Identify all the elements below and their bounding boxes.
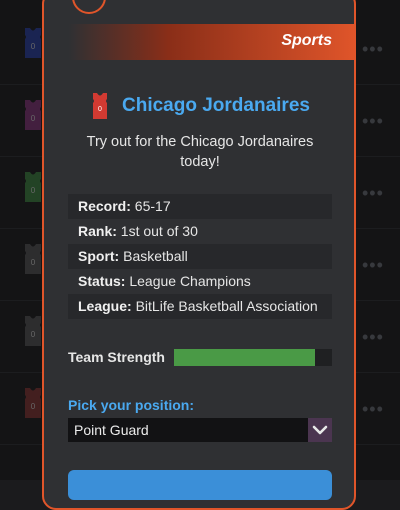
team-strength-label: Team Strength [68, 349, 165, 365]
jersey-icon: 0 [90, 93, 110, 119]
team-title: 0 Chicago Jordanaires [90, 92, 310, 120]
try-out-button[interactable] [68, 470, 332, 500]
team-tryout-modal: Sports 0 Chicago Jordanaires Try out for… [42, 0, 356, 510]
stat-label: Sport: [78, 248, 120, 264]
stat-label: Record: [78, 198, 131, 214]
stat-value: League Champions [129, 273, 251, 289]
stat-value: 65-17 [134, 198, 171, 214]
stat-label: Status: [78, 273, 126, 289]
position-selected-value: Point Guard [74, 422, 149, 438]
stat-row-status: Status: League Champions [68, 269, 332, 294]
category-label: Sports [281, 32, 332, 49]
position-select[interactable]: Point Guard [68, 418, 332, 442]
tryout-message: Try out for the Chicago Jordanaires toda… [86, 134, 314, 170]
category-banner: Sports [44, 24, 356, 60]
chevron-down-icon[interactable] [308, 418, 332, 442]
stat-row-record: Record: 65-17 [68, 194, 332, 219]
pick-position-label: Pick your position: [68, 397, 195, 413]
stat-row-rank: Rank: 1st out of 30 [68, 219, 332, 244]
stat-label: League: [78, 298, 132, 314]
stat-row-sport: Sport: Basketball [68, 244, 332, 269]
team-strength-fill [174, 349, 315, 366]
stat-value: BitLife Basketball Association [135, 298, 318, 314]
stat-value: Basketball [123, 248, 188, 264]
stat-label: Rank: [78, 223, 117, 239]
team-strength-bar [174, 349, 332, 366]
svg-text:0: 0 [98, 106, 102, 113]
stat-value: 1st out of 30 [120, 223, 198, 239]
team-name: Chicago Jordanaires [122, 95, 310, 116]
team-stats-table: Record: 65-17 Rank: 1st out of 30 Sport:… [68, 194, 332, 319]
stat-row-league: League: BitLife Basketball Association [68, 294, 332, 319]
close-button[interactable] [72, 0, 106, 14]
